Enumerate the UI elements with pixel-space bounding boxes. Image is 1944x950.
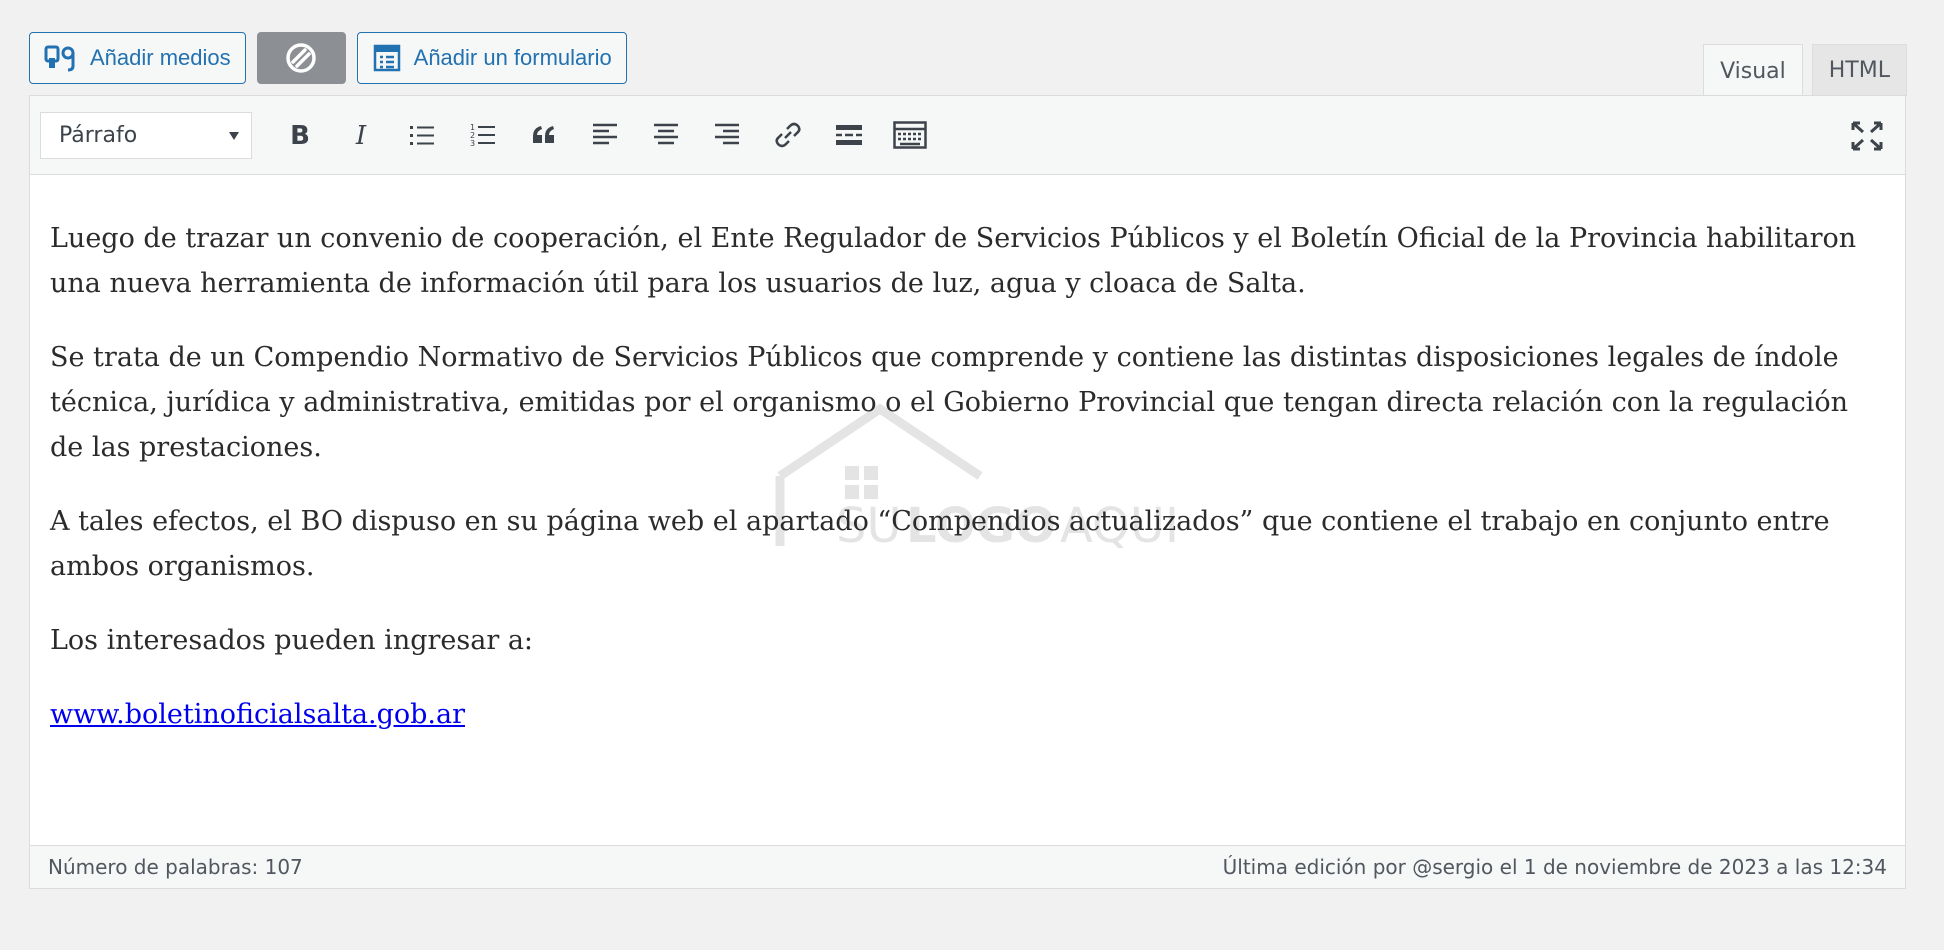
fullscreen-icon[interactable] [1845, 114, 1889, 158]
add-media-label: Añadir medios [90, 45, 231, 70]
add-form-button[interactable]: Añadir un formulario [356, 32, 627, 84]
add-form-label: Añadir un formulario [413, 45, 612, 70]
numbered-list-icon[interactable]: 1 2 3 [452, 110, 513, 160]
align-left-icon[interactable] [574, 110, 635, 160]
content-link-paragraph: www.boletinoficialsalta.gob.ar [50, 692, 1885, 737]
bulleted-list-icon[interactable] [391, 110, 452, 160]
editor-container: Párrafo B I 1 2 3 SU LOGO AQUI Luego de … [29, 95, 1906, 889]
toolbar-toggle-icon[interactable] [879, 110, 940, 160]
editor-toolbar: Párrafo B I 1 2 3 [30, 96, 1905, 175]
add-media-button[interactable]: Añadir medios [29, 32, 246, 84]
editor-statusbar: Número de palabras: 107 Última edición p… [30, 845, 1905, 888]
format-select-value: Párrafo [59, 123, 138, 148]
blockquote-icon[interactable] [513, 110, 574, 160]
svg-text:3: 3 [470, 139, 475, 148]
svg-text:B: B [290, 121, 310, 149]
content-paragraph: Se trata de un Compendio Normativo de Se… [50, 342, 1848, 463]
tab-html[interactable]: HTML [1811, 44, 1907, 96]
content-paragraph: Luego de trazar un convenio de cooperaci… [50, 223, 1857, 299]
format-select[interactable]: Párrafo [40, 112, 252, 159]
boletin-link[interactable]: www.boletinoficialsalta.gob.ar [50, 699, 465, 730]
caret-down-icon [229, 132, 239, 140]
align-right-icon[interactable] [696, 110, 757, 160]
content-paragraph: A tales efectos, el BO dispuso en su pág… [50, 506, 1830, 582]
link-icon[interactable] [757, 110, 818, 160]
media-icon [44, 44, 78, 72]
form-icon [372, 43, 402, 73]
svg-text:I: I [354, 121, 366, 149]
align-center-icon[interactable] [635, 110, 696, 160]
word-count: Número de palabras: 107 [48, 855, 303, 879]
bold-icon[interactable]: B [269, 110, 330, 160]
editor-content[interactable]: Luego de trazar un convenio de cooperaci… [50, 216, 1885, 766]
content-paragraph: Los interesados pueden ingresar a: [50, 625, 534, 656]
tab-visual[interactable]: Visual [1703, 44, 1803, 97]
stamp-icon [284, 41, 318, 75]
last-edit-info: Última edición por @sergio el 1 de novie… [1222, 855, 1887, 879]
media-buttons: Añadir medios Añadir un formulario [29, 32, 627, 84]
toolbar-icons: B I 1 2 3 [269, 110, 940, 160]
italic-icon[interactable]: I [330, 110, 391, 160]
read-more-icon[interactable] [818, 110, 879, 160]
editor-tabs: Visual HTML [1703, 44, 1907, 97]
stamp-plugin-button[interactable] [256, 32, 346, 84]
